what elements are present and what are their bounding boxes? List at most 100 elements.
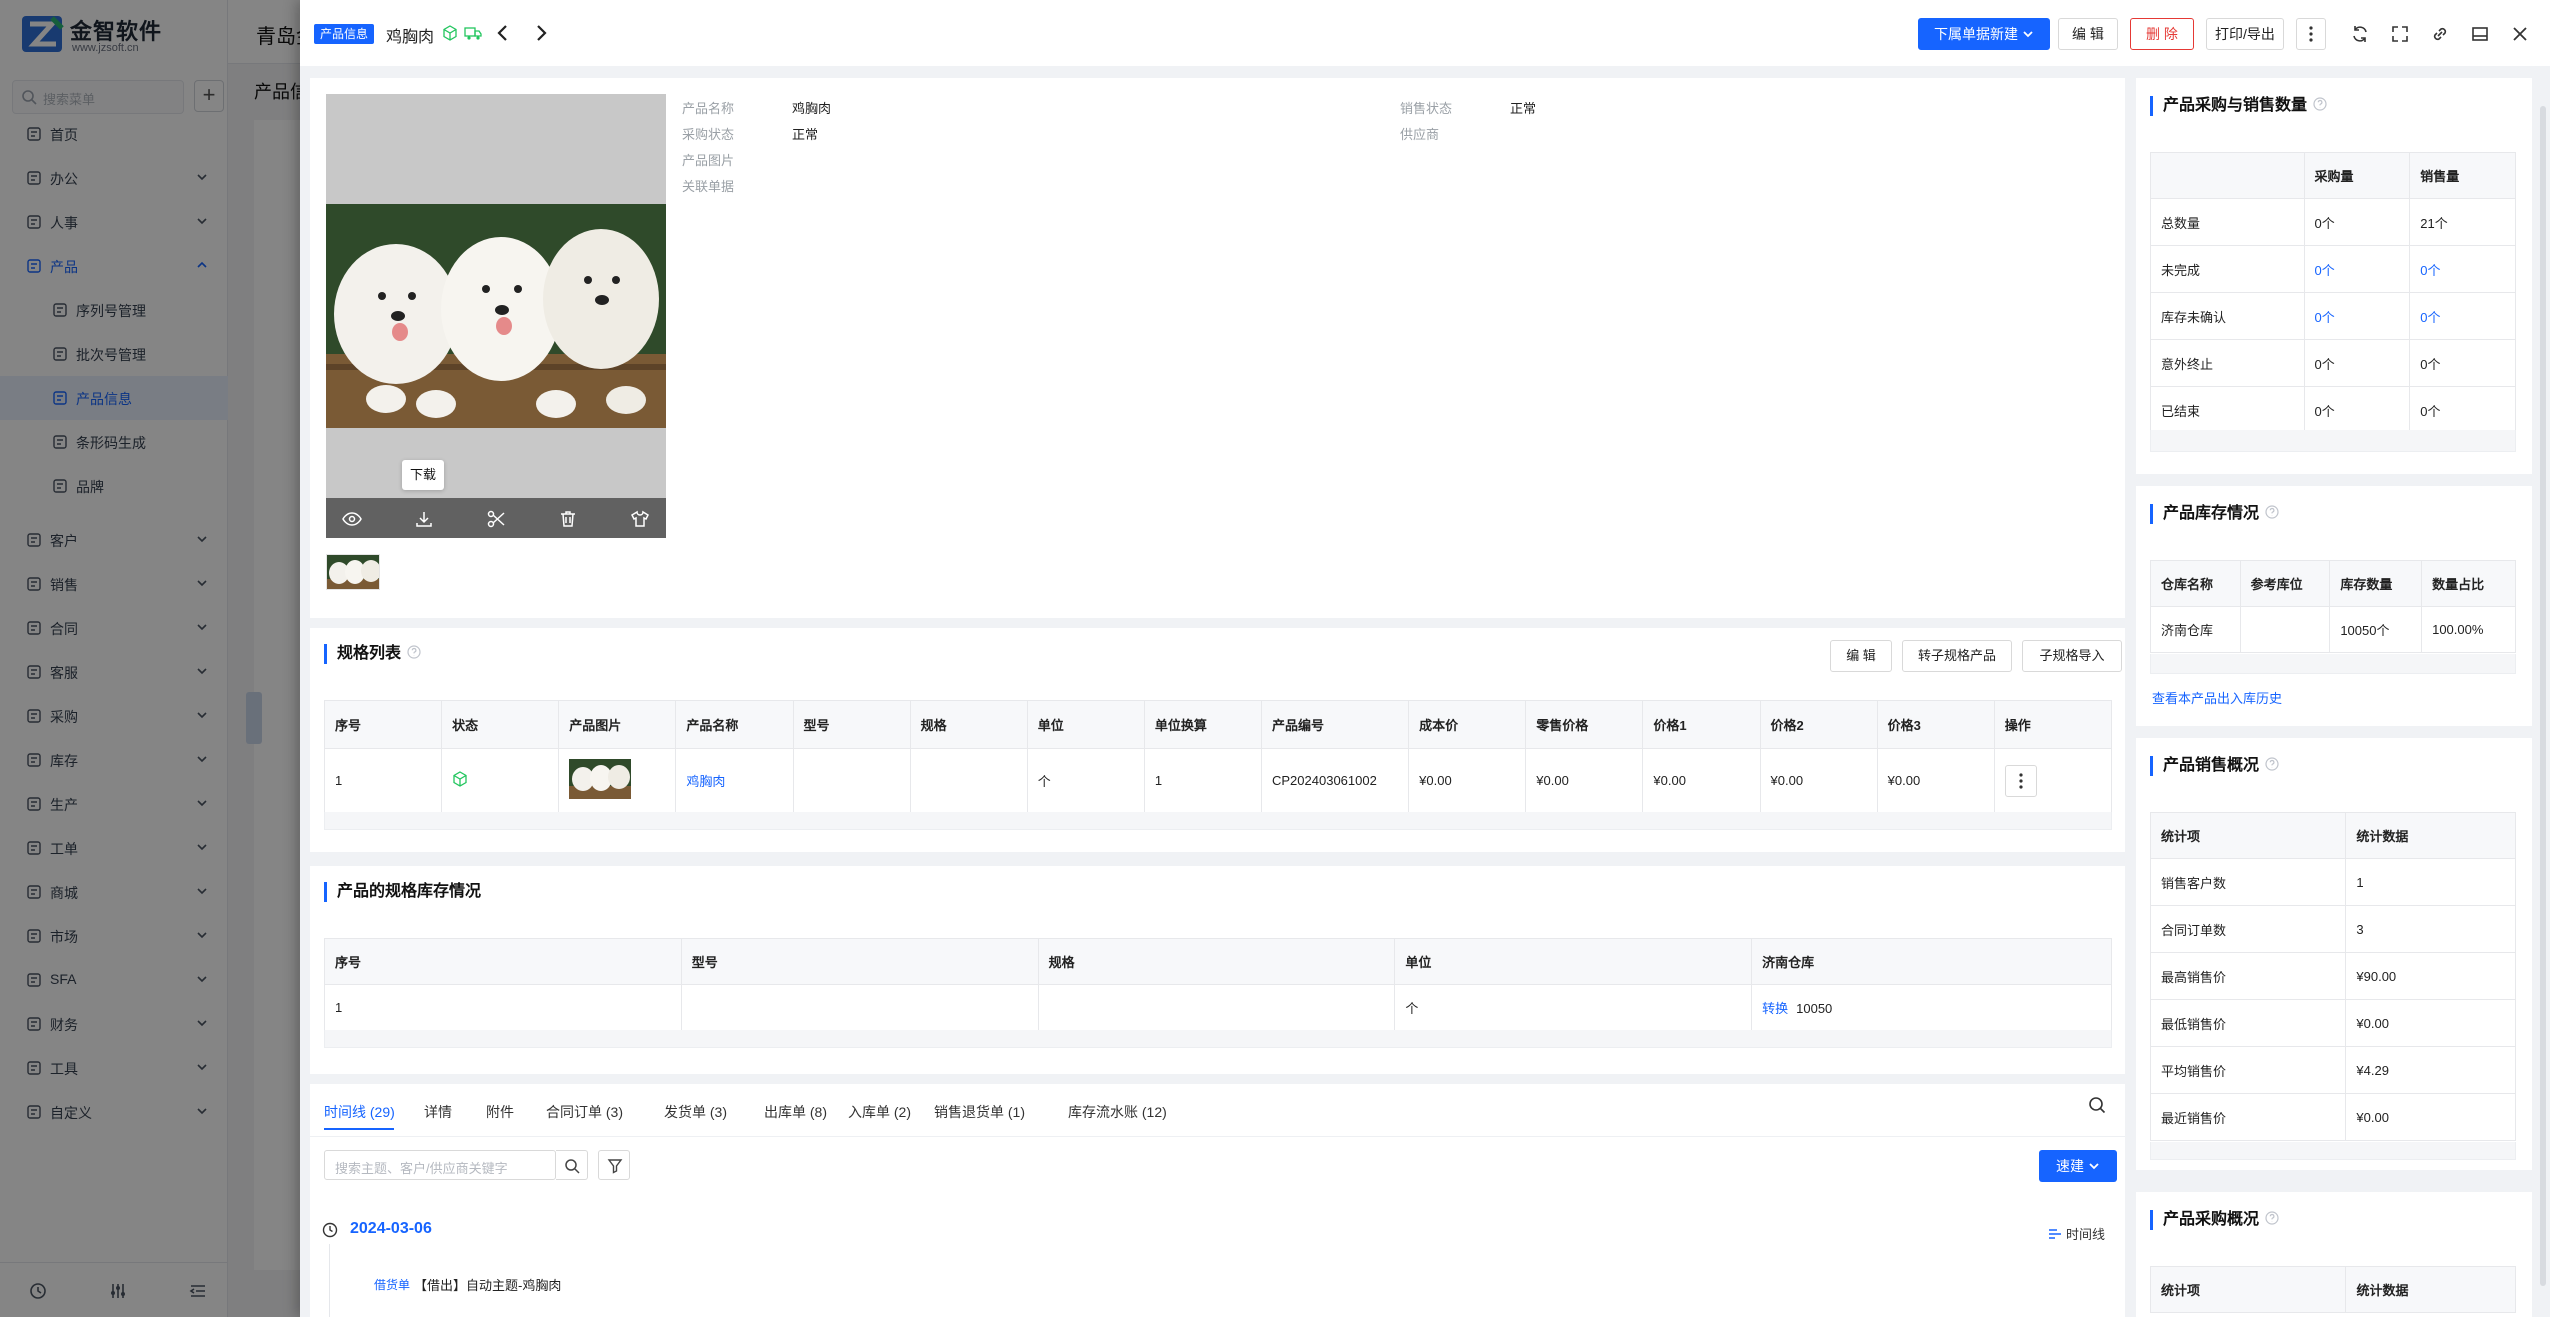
- refresh-icon[interactable]: [2350, 24, 2370, 44]
- help-icon[interactable]: [2265, 757, 2279, 771]
- timeline-entry[interactable]: 借货单 【借出】自动主题-鸡胸肉: [350, 1264, 2118, 1304]
- table-cell: ¥0.00: [2345, 999, 2516, 1047]
- record-tab[interactable]: 合同订单 (3): [546, 1102, 623, 1122]
- download-tooltip: 下载: [402, 460, 445, 490]
- previous-record-icon[interactable]: [492, 22, 514, 44]
- table-row: 库存未确认 0个 0个: [2150, 292, 2516, 340]
- crop-scissors-icon[interactable]: [486, 509, 506, 529]
- column-header: 零售价格: [1525, 700, 1644, 749]
- table-cell: ¥0.00: [2345, 1093, 2516, 1141]
- record-tab[interactable]: 发货单 (3): [664, 1102, 727, 1122]
- timeline-filter-button[interactable]: [598, 1150, 630, 1180]
- help-icon[interactable]: [2313, 97, 2327, 111]
- purchase-sales-title-text: 产品采购与销售数量: [2163, 97, 2308, 114]
- table-cell: 0个: [2409, 386, 2516, 434]
- record-tab[interactable]: 库存流水账 (12): [1068, 1102, 1167, 1122]
- table-cell: ¥0.00: [1876, 748, 1995, 813]
- table-cell: 0个: [2303, 386, 2411, 434]
- table-row: 意外终止 0个 0个: [2150, 339, 2516, 387]
- table-scrollbar[interactable]: [2150, 430, 2516, 452]
- column-header: 价格1: [1642, 700, 1761, 749]
- table-cell: 总数量: [2150, 198, 2305, 246]
- table-scrollbar[interactable]: [2150, 654, 2516, 674]
- delete-button[interactable]: 删 除: [2130, 18, 2194, 50]
- link-icon[interactable]: [2430, 24, 2450, 44]
- sales-qty-link[interactable]: 0个: [2409, 292, 2516, 340]
- timeline-search-button[interactable]: [556, 1150, 588, 1180]
- tshirt-icon[interactable]: [630, 509, 650, 529]
- column-header: 序号: [324, 938, 682, 985]
- record-tab[interactable]: 详情: [424, 1102, 452, 1122]
- table-scrollbar[interactable]: [324, 812, 2112, 830]
- help-icon[interactable]: [2265, 1211, 2279, 1225]
- table-scrollbar[interactable]: [2150, 1142, 2516, 1160]
- record-tab[interactable]: 出库单 (8): [764, 1102, 827, 1122]
- convert-sub-spec-button[interactable]: 转子规格产品: [1902, 640, 2012, 672]
- timeline-search-placeholder: 搜索主题、客户/供应商关键字: [335, 1161, 508, 1176]
- table-cell: 3: [2345, 905, 2516, 953]
- help-icon[interactable]: [407, 645, 421, 659]
- table-cell: 1: [2345, 858, 2516, 906]
- entry-type[interactable]: 借货单: [374, 1276, 410, 1293]
- field-label: 采购状态: [682, 127, 735, 142]
- more-vertical-icon: [2304, 26, 2318, 42]
- row-more-button[interactable]: [2004, 764, 2037, 797]
- convert-link[interactable]: 转换: [1762, 1001, 1788, 1016]
- record-tab[interactable]: 附件: [486, 1102, 514, 1122]
- sales-overview-table: 统计项 统计数据 销售客户数 1 合同订单数 3 最高销售价 ¥90.00 最低销售价 ¥0.00…: [2149, 812, 2516, 1141]
- spec-edit-button[interactable]: 编 辑: [1830, 640, 1892, 672]
- entry-subject: 【借出】自动主题-鸡胸肉: [414, 1278, 562, 1293]
- more-actions-button[interactable]: [2296, 18, 2326, 50]
- column-header: 型号: [792, 700, 911, 749]
- drawer-scrollbar[interactable]: [2538, 66, 2550, 1317]
- drawer-scrollbar-thumb[interactable]: [2540, 106, 2546, 1286]
- new-subdocument-button[interactable]: 下属单据新建: [1918, 18, 2050, 50]
- print-export-button[interactable]: 打印/导出: [2206, 18, 2284, 50]
- timeline-list-icon: [2048, 1227, 2062, 1241]
- purchase-qty-link[interactable]: 0个: [2303, 292, 2411, 340]
- spec-list-title: 规格列表: [324, 644, 421, 664]
- record-tab[interactable]: 时间线 (29): [324, 1102, 395, 1122]
- fullscreen-icon[interactable]: [2390, 24, 2410, 44]
- table-cell: [680, 984, 1039, 1031]
- table-row: 平均销售价 ¥4.29: [2149, 1046, 2516, 1094]
- spec-table: 序号 状态 产品图片 产品名称 型号 规格 单位 单位换算 产品编号 成本价 零售价格 价格1 价格2 价…: [323, 700, 2113, 813]
- field-value: 正常: [1510, 101, 1537, 116]
- table-header-row: 采购量 销售量: [2150, 152, 2516, 199]
- preview-eye-icon[interactable]: [342, 509, 362, 529]
- quick-create-button[interactable]: 速建: [2039, 1150, 2117, 1182]
- column-header: 参考库位: [2239, 560, 2331, 607]
- purchase-qty-link[interactable]: 0个: [2303, 245, 2411, 293]
- timeline-view-toggle[interactable]: 时间线: [2048, 1224, 2105, 1243]
- record-tab[interactable]: 销售退货单 (1): [934, 1102, 1025, 1122]
- window-mode-icon[interactable]: [2470, 24, 2490, 44]
- product-name-link[interactable]: 鸡胸肉: [675, 748, 794, 813]
- purchase-sales-table: 采购量 销售量 总数量 0个 21个 未完成 0个 0个 库存未确认 0个 0个 意外终止 0个 0个 已结…: [2150, 152, 2516, 434]
- help-icon[interactable]: [2265, 505, 2279, 519]
- import-sub-spec-button[interactable]: 子规格导入: [2022, 640, 2122, 672]
- product-thumbnail[interactable]: [569, 759, 632, 799]
- timeline-search-input[interactable]: 搜索主题、客户/供应商关键字: [324, 1150, 556, 1180]
- timeline-date: 2024-03-06: [350, 1220, 432, 1237]
- column-header: 销售量: [2409, 152, 2516, 199]
- column-header: 产品编号: [1260, 700, 1410, 749]
- cube-status-icon: [442, 25, 458, 41]
- table-cell: ¥0.00: [1642, 748, 1761, 813]
- edit-button[interactable]: 编 辑: [2058, 18, 2118, 50]
- sales-qty-link[interactable]: 0个: [2409, 245, 2516, 293]
- table-cell: 0个: [2303, 198, 2411, 246]
- close-icon[interactable]: [2510, 24, 2530, 44]
- product-image-thumbnail[interactable]: [326, 554, 380, 590]
- search-icon[interactable]: [2088, 1096, 2106, 1114]
- next-record-icon[interactable]: [530, 22, 552, 44]
- table-cell: ¥4.29: [2345, 1046, 2516, 1094]
- sales-overview-title: 产品销售概况: [2150, 756, 2279, 776]
- trash-icon[interactable]: [558, 509, 578, 529]
- field-label: 关联单据: [682, 179, 735, 194]
- actions-cell: [1993, 748, 2113, 813]
- warehouse-qty: 10050: [1796, 1001, 1833, 1016]
- download-icon[interactable]: [414, 509, 434, 529]
- table-scrollbar[interactable]: [324, 1030, 2112, 1048]
- stock-history-link[interactable]: 查看本产品出入库历史: [2152, 688, 2282, 707]
- record-tab[interactable]: 入库单 (2): [848, 1102, 911, 1122]
